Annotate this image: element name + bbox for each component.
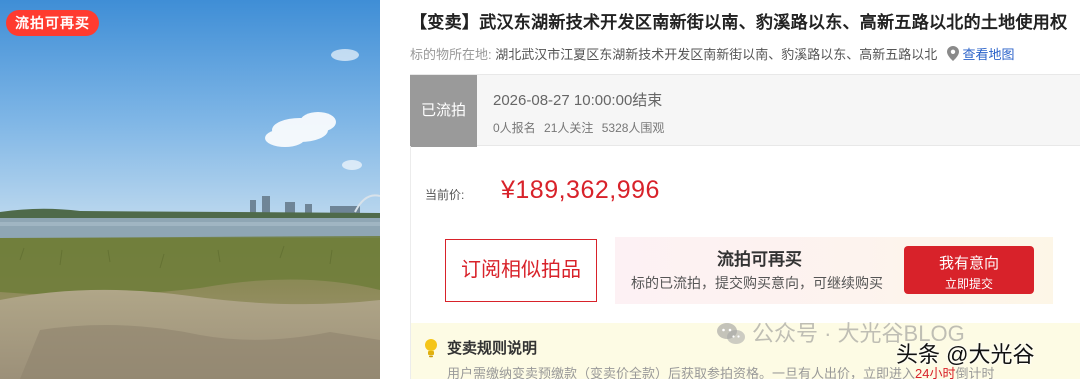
resell-badge: 流拍可再买 (6, 10, 99, 36)
listing-photo[interactable]: 流拍可再买 (0, 0, 380, 379)
view-map-link[interactable]: 查看地图 (963, 47, 1015, 62)
location-text: 湖北武汉市江夏区东湖新技术开发区南新街以南、豹溪路以东、高新五路以北 (495, 47, 938, 62)
submit-intent-button[interactable]: 我有意向 立即提交 (904, 246, 1034, 294)
auction-status-box: 已流拍 2026-08-27 10:00:00结束 0人报名 21人关注 532… (410, 74, 1080, 147)
followers-count: 21人关注 (544, 121, 594, 135)
registrations-count: 0人报名 (493, 121, 536, 135)
current-price-value: ¥189,362,996 (501, 176, 660, 204)
listing-title: 【变卖】武汉东湖新技术开发区南新街以南、豹溪路以东、高新五路以北的土地使用权 (410, 13, 1068, 32)
intent-button-label: 我有意向 (938, 255, 999, 272)
map-pin-icon (946, 46, 959, 64)
auction-stats: 0人报名 21人关注 5328人围观 (493, 119, 669, 136)
rules-text-main: 用户需缴纳变卖预缴款（变卖价全款）后获取参拍资格。一旦有人出价，立即进入 (447, 366, 916, 379)
status-tag: 已流拍 (410, 75, 477, 147)
rules-title: 变卖规则说明 (447, 340, 538, 357)
resell-title: 流拍可再买 (717, 250, 802, 269)
subscribe-similar-button[interactable]: 订阅相似拍品 (445, 239, 597, 302)
viewers-count: 5328人围观 (601, 121, 665, 135)
location-row: 标的物所在地: 湖北武汉市江夏区东湖新技术开发区南新街以南、豹溪路以东、高新五路… (410, 44, 1015, 64)
lightbulb-icon (423, 338, 439, 363)
resell-card: 流拍可再买 标的已流拍，提交购买意向，可继续购买 我有意向 立即提交 (615, 237, 1053, 304)
intent-button-sublabel: 立即提交 (944, 277, 993, 291)
resell-description: 标的已流拍，提交购买意向，可继续购买 (631, 275, 883, 291)
end-time: 2026-08-27 10:00:00结束 (493, 92, 663, 109)
land-photo-image (0, 0, 380, 379)
location-label: 标的物所在地: (410, 47, 492, 62)
current-price-label: 当前价: (425, 188, 465, 202)
toutiao-watermark: 头条 @大光谷 (896, 342, 1035, 367)
wechat-icon (716, 321, 746, 358)
